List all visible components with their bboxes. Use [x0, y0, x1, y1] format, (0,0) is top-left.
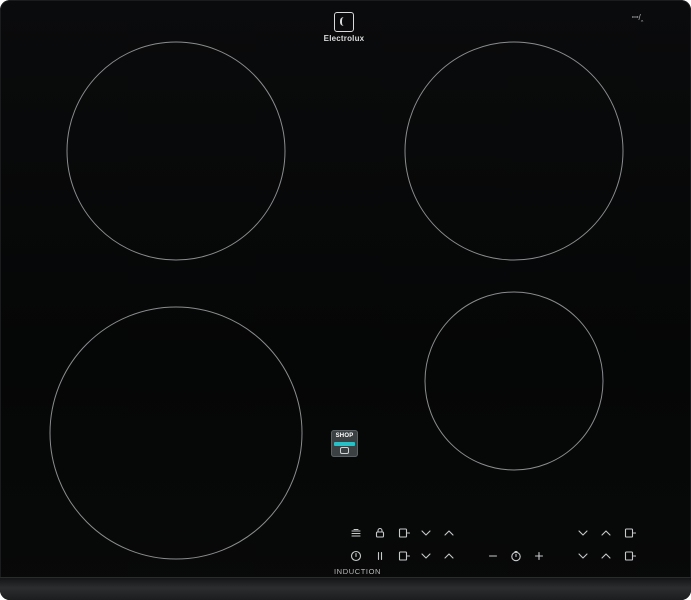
- lock-icon: [375, 527, 385, 538]
- timer-icon: [511, 550, 521, 562]
- brand-logo: Electrolux: [316, 12, 372, 43]
- left-decrease-button[interactable]: [420, 527, 432, 539]
- right-front-increase-button[interactable]: [600, 550, 612, 562]
- zone-select-right-front[interactable]: [624, 550, 636, 562]
- zone-front-right[interactable]: [424, 291, 604, 471]
- chevron-up-icon: [444, 553, 454, 559]
- chevron-up-icon: [601, 553, 611, 559]
- shop-badge: SHOP: [331, 430, 358, 457]
- chevron-down-icon: [421, 530, 431, 536]
- corner-mark: ꟷ/ꞈ: [632, 13, 644, 22]
- timer-minus-button[interactable]: [487, 550, 499, 562]
- power-icon: [350, 550, 362, 562]
- zone-select-icon: [398, 528, 410, 538]
- shop-badge-hex-icon: [340, 447, 349, 454]
- zone-select-left-front[interactable]: [398, 550, 410, 562]
- chevron-down-icon: [578, 530, 588, 536]
- zone-select-icon: [398, 551, 410, 561]
- pause-icon: [377, 551, 383, 561]
- left-front-decrease-button[interactable]: [420, 550, 432, 562]
- electrolux-logo-icon: [334, 12, 354, 32]
- left-increase-button[interactable]: [443, 527, 455, 539]
- cooking-zones: [49, 41, 624, 560]
- left-front-increase-button[interactable]: [443, 550, 455, 562]
- zone-rear-left[interactable]: [66, 41, 286, 261]
- timer-button[interactable]: [510, 550, 522, 562]
- shop-badge-text: SHOP: [335, 433, 354, 439]
- plus-icon: [534, 551, 544, 561]
- right-decrease-button[interactable]: [577, 527, 589, 539]
- chevron-up-icon: [444, 530, 454, 536]
- brand-logo-text: Electrolux: [323, 34, 365, 43]
- zone-front-left[interactable]: [49, 306, 303, 560]
- induction-label: INDUCTION: [334, 567, 382, 576]
- zone-select-icon: [624, 551, 636, 561]
- pause-button[interactable]: [374, 550, 386, 562]
- zone-rear-right[interactable]: [404, 41, 624, 261]
- bridge-button[interactable]: [350, 527, 362, 539]
- chevron-down-icon: [578, 553, 588, 559]
- zone-select-left-rear[interactable]: [398, 527, 410, 539]
- lock-button[interactable]: [374, 527, 386, 539]
- induction-hob-surface: Electrolux ꟷ/ꞈ SHOP INDUCTION: [0, 0, 691, 600]
- right-increase-button[interactable]: [600, 527, 612, 539]
- chevron-down-icon: [421, 553, 431, 559]
- hob-front-edge: [0, 577, 691, 600]
- minus-icon: [488, 555, 498, 557]
- shop-badge-stripe: [334, 442, 355, 446]
- zone-select-right-rear[interactable]: [624, 527, 636, 539]
- right-front-decrease-button[interactable]: [577, 550, 589, 562]
- timer-plus-button[interactable]: [533, 550, 545, 562]
- bridge-icon: [351, 528, 361, 537]
- power-button[interactable]: [350, 550, 362, 562]
- chevron-up-icon: [601, 530, 611, 536]
- zone-select-icon: [624, 528, 636, 538]
